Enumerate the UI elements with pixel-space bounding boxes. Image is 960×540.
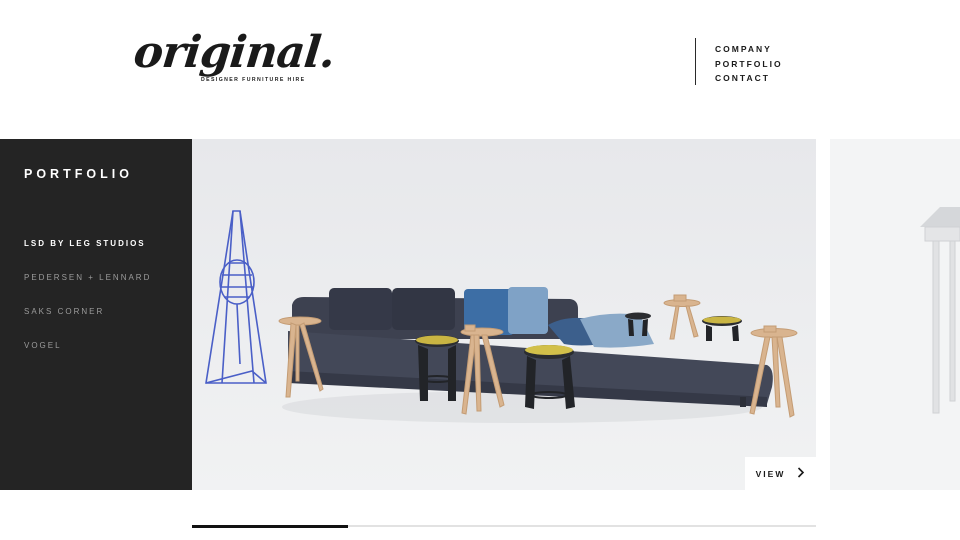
view-button[interactable]: VIEW [745, 457, 816, 490]
portfolio-item-label[interactable]: LSD BY LEG STUDIOS [24, 239, 146, 248]
portfolio-item-label[interactable]: VOGEL [24, 341, 62, 350]
logo[interactable]: original. DESIGNER FURNITURE HIRE [131, 24, 337, 96]
view-button-label: VIEW [755, 468, 786, 479]
logo-wordmark: original. [131, 27, 337, 78]
portfolio-item-label[interactable]: PEDERSEN + LENNARD [24, 273, 151, 282]
nav-portfolio[interactable]: PORTFOLIO [715, 57, 783, 72]
slider-progress-track[interactable] [192, 524, 816, 528]
sidebar-title: PORTFOLIO [24, 167, 133, 181]
nav-contact[interactable]: CONTACT [715, 71, 783, 86]
portfolio-list: LSD BY LEG STUDIOS PEDERSEN + LENNARD SA… [24, 233, 151, 369]
top-nav: COMPANY PORTFOLIO CONTACT [715, 42, 783, 86]
next-slide-scene [830, 139, 960, 490]
portfolio-sidebar: PORTFOLIO LSD BY LEG STUDIOS PEDERSEN + … [0, 139, 192, 490]
nav-company[interactable]: COMPANY [715, 42, 783, 57]
portfolio-item-label[interactable]: SAKS CORNER [24, 307, 104, 316]
slider-progress-fill [192, 524, 348, 528]
portfolio-item-vogel[interactable]: VOGEL [24, 335, 151, 369]
logo-tagline: DESIGNER FURNITURE HIRE [201, 77, 306, 83]
portfolio-item-lsd[interactable]: LSD BY LEG STUDIOS [24, 233, 151, 267]
furniture-scene [192, 139, 816, 490]
slide-image-lsd[interactable] [192, 139, 816, 490]
portfolio-item-saks-corner[interactable]: SAKS CORNER [24, 301, 151, 335]
portfolio-item-pedersen-lennard[interactable]: PEDERSEN + LENNARD [24, 267, 151, 301]
chevron-right-icon [797, 465, 805, 483]
nav-divider [695, 38, 696, 85]
slide-image-next[interactable] [830, 139, 960, 490]
